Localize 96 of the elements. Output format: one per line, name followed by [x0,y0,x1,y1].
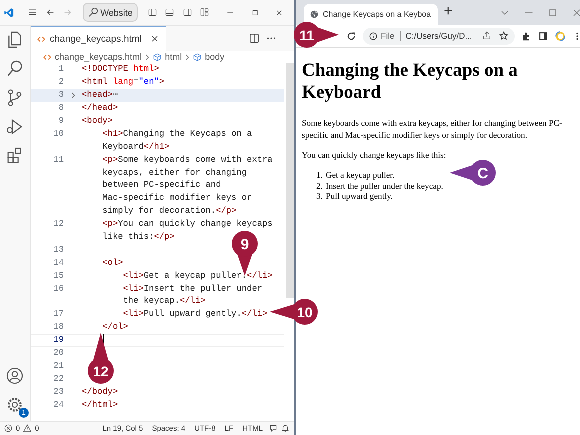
account-icon[interactable] [5,366,25,386]
line-number: 14 [54,258,64,268]
chevron-icon [145,54,150,60]
star-icon[interactable] [499,31,510,41]
line-number: 2 [58,77,64,88]
callout-label: 10 [297,304,313,320]
code-line: </html> [82,400,118,410]
line-number: 19 [54,335,64,346]
code-line: like this:</p> [102,232,175,242]
line-number: 13 [54,244,64,255]
code-line: simply for decoration.</p> [102,206,237,216]
code-line: </ol> [102,322,128,332]
reload-icon[interactable] [346,30,357,42]
breadcrumb-item[interactable]: html [165,52,182,62]
code-line: keycaps, either for changing [102,168,248,178]
code-line: between PC-specific and [102,180,222,190]
html-file-icon [37,34,46,44]
share-icon[interactable] [482,31,492,41]
code-line: <li>Get a keycap puller.</li> [122,270,273,281]
code-line: Keyboard</h1> [102,142,170,152]
new-tab-button[interactable]: + [444,2,453,20]
code-line: </body> [82,386,118,397]
line-number: 22 [54,374,64,384]
line-number: 3 [58,90,64,100]
list-number: 3. [316,191,323,202]
list-number: 2. [316,180,323,192]
code-line: <html lang="en"> [82,77,165,88]
address-bar[interactable]: File C:/Users/Guy/D... [363,28,516,44]
line-number: 8 [58,103,64,114]
feedback-icon[interactable] [269,424,278,433]
puzzle-icon[interactable] [521,30,532,42]
bell-icon[interactable] [281,424,290,433]
run-debug-icon[interactable] [5,117,25,137]
line-number: 21 [54,360,64,371]
info-icon[interactable] [369,32,378,40]
line-number: 15 [54,270,64,281]
layout-split-icon[interactable] [182,6,192,19]
cube-icon [193,52,202,62]
profile-avatar-icon[interactable] [555,30,566,42]
line-number: 9 [58,116,64,126]
code-line: <li>Pull upward gently.</li> [122,309,268,320]
code-line: </head> [82,103,118,114]
line-number: 1 [58,64,64,74]
code-line: <head>⋯ [82,90,118,100]
cube-icon [153,52,162,62]
list-item: Get a keycap puller. [326,170,395,181]
command-search-field[interactable]: Website [82,3,138,22]
list-item: Insert the puller under the keycap. [326,180,444,192]
layout-sidebar-icon[interactable] [148,6,158,19]
callout-label: 11 [300,28,314,44]
editor-tab[interactable]: change_keycaps.html [31,26,166,51]
breadcrumb-item[interactable]: change_keycaps.html [55,52,142,62]
callout-label: 12 [93,364,109,380]
paragraph: You can quickly change keycaps like this: [302,150,448,161]
error-icon [4,424,13,433]
line-number: 17 [54,309,64,320]
line-number: 20 [54,348,64,358]
customize-layout-icon[interactable] [200,6,210,19]
line-number: 11 [54,154,64,165]
code-line: Mac-specific modifier keys or [102,193,252,204]
vscode-logo-icon [4,6,14,20]
code-line: the keycap.</li> [122,296,206,306]
code-line: <h1>Changing the Keycaps on a [102,128,252,139]
line-number: 16 [54,284,64,294]
code-line: <body> [82,116,113,126]
search-icon [88,7,99,18]
html-file-icon [43,52,52,62]
callout-label: 9 [240,236,250,254]
settings-icon[interactable] [5,395,25,415]
warning-icon [23,424,32,433]
list-number: 1. [316,170,323,181]
browser-tab[interactable]: Change Keycaps on a Keyboa [304,4,438,25]
layout-panel-icon[interactable] [165,6,175,19]
code-line: <p>Some keyboards come with extra [102,154,273,165]
code-line: <ol> [102,258,124,268]
globe-icon [310,10,319,19]
line-number: 18 [54,322,64,332]
callout-label: C [478,166,488,182]
page-heading: Changing the Keycaps on a Keyboard [302,60,519,104]
code-line: <p>You can quickly change keycaps [102,219,273,230]
line-number: 23 [54,386,64,397]
list-item: Pull upward gently. [326,191,393,202]
line-number: 24 [54,400,64,410]
breadcrumb-item[interactable]: body [205,52,225,62]
search-icon[interactable] [5,59,25,79]
line-number: 10 [54,128,64,139]
split-editor-icon[interactable] [248,32,261,45]
scrollbar[interactable] [286,63,294,298]
close-icon[interactable] [150,34,160,44]
code-line: <li>Insert the puller under [122,284,263,294]
paragraph: Some keyboards come with extra keycaps, either for changing between PC-specific and Mac-specific modifier keys or simply for decoration. [302,118,564,141]
code-line: <!DOCTYPE html> [82,64,160,74]
line-number: 12 [54,219,64,230]
fold-chevron-icon[interactable] [70,92,76,99]
chevron-icon [185,54,190,60]
side-panel-icon[interactable] [538,30,550,42]
